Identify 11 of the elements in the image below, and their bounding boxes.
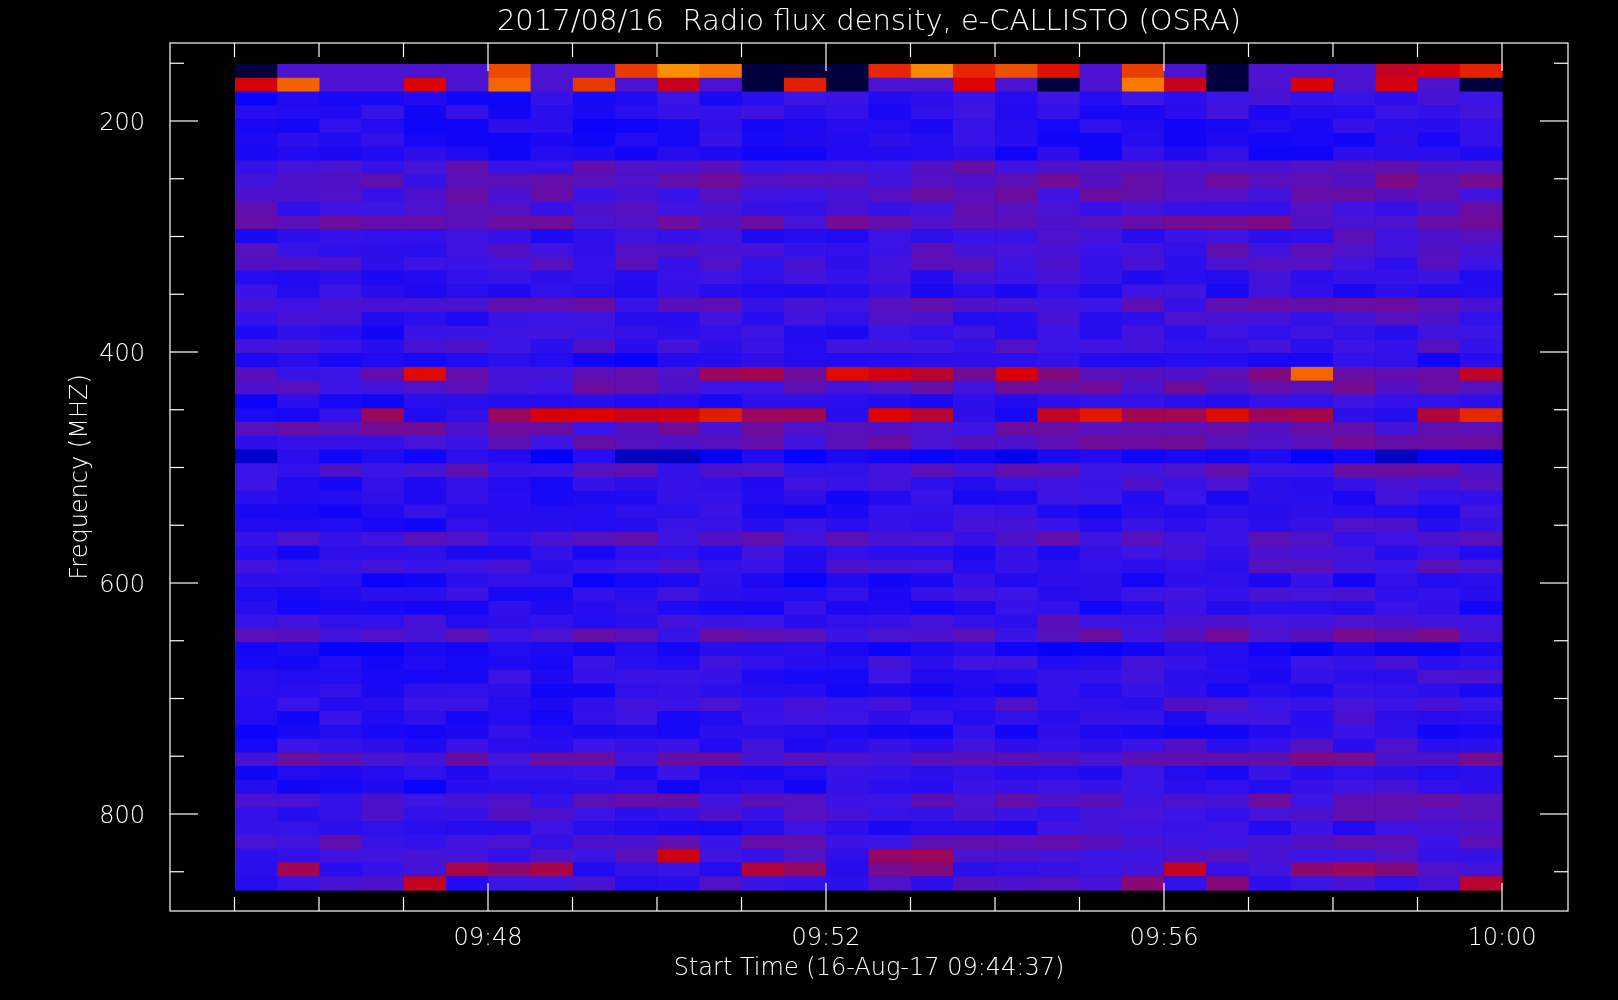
tick-label: 200 — [99, 108, 145, 136]
tick-label: 09:52 — [791, 923, 861, 951]
tick-label: 10:00 — [1467, 923, 1537, 951]
tick-label: 800 — [99, 801, 145, 829]
tick-label: 400 — [99, 339, 145, 367]
tick-label: 09:56 — [1129, 923, 1199, 951]
axis-label: Frequency (MHZ) — [65, 374, 93, 580]
tick-label: 09:48 — [453, 923, 523, 951]
axis-label: Start Time (16-Aug-17 09:44:37) — [673, 953, 1065, 981]
tick-label: 600 — [99, 570, 145, 598]
plot-title: 2017/08/16 Radio flux density, e-CALLISTO (OSRA) — [496, 3, 1242, 37]
